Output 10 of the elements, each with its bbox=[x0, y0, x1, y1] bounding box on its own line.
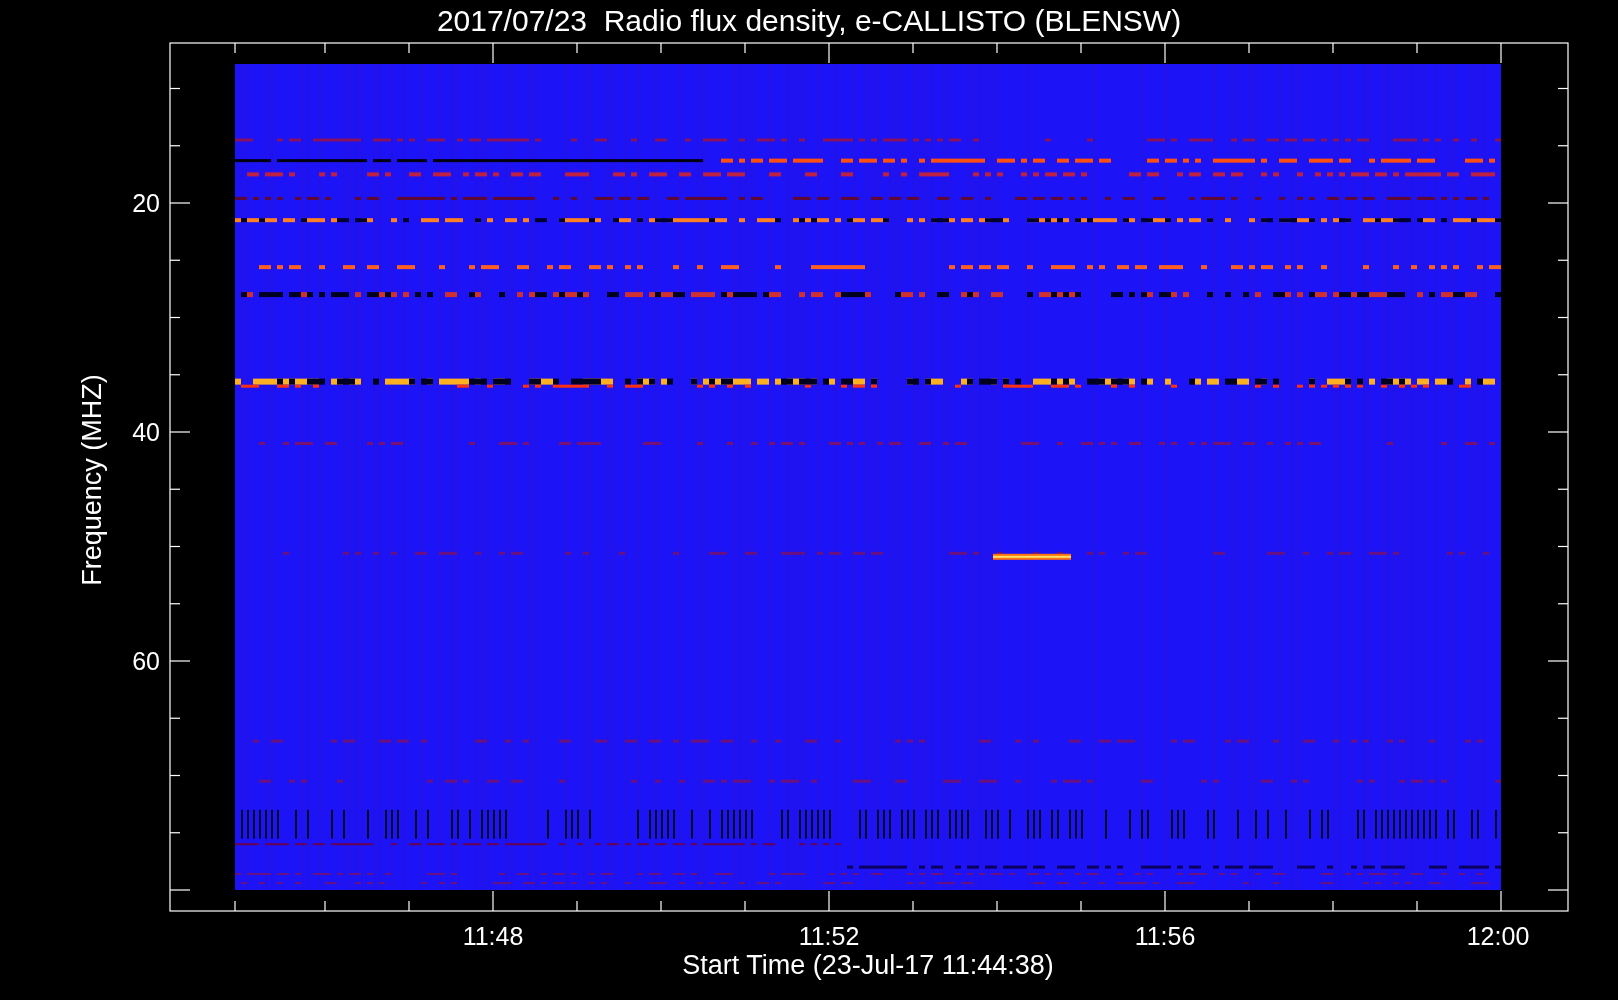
x-tick-label: 11:52 bbox=[798, 922, 860, 950]
x-axis-title: Start Time (23-Jul-17 11:44:38) bbox=[682, 950, 1054, 980]
chart-title: 2017/07/23 Radio flux density, e-CALLISTO (BLENSW) bbox=[436, 4, 1182, 37]
y-tick-label: 40 bbox=[132, 418, 160, 446]
y-tick-label: 60 bbox=[132, 647, 160, 675]
x-tick-label: 12:00 bbox=[1466, 922, 1530, 950]
y-axis-title: Frequency (MHZ) bbox=[77, 374, 107, 586]
x-tick-label: 11:48 bbox=[462, 922, 524, 950]
x-tick-label: 11:56 bbox=[1134, 922, 1196, 950]
y-tick-label: 20 bbox=[132, 189, 160, 217]
